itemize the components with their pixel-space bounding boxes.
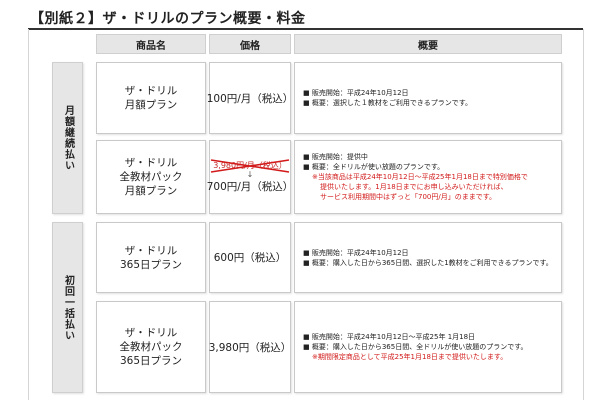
overview-note-line: サービス利用期間中はずっと「700円/月」のままです。 xyxy=(320,193,497,201)
overview-note-line: ※期間限定商品として平成25年1月18日まで提供いたします。 xyxy=(312,353,508,361)
header-price: 価格 xyxy=(209,34,291,54)
group-onetime: 初回一括払い xyxy=(52,222,83,393)
overview-cell: ■ 販売開始：平成24年10月12日～平成25年 1月18日 ■ 概要：購入した… xyxy=(294,301,562,393)
overview-line: ■ 販売開始：平成24年10月12日 xyxy=(303,248,409,257)
header-product: 商品名 xyxy=(96,34,206,54)
overview-line: ■ 販売開始：平成24年10月12日～平成25年 1月18日 xyxy=(303,333,476,341)
overview-line: ■ 概要：全ドリルが使い放題のプランです。 xyxy=(303,163,445,171)
frame-left-edge xyxy=(28,29,29,400)
price-cell: 600円（税込） xyxy=(209,222,291,293)
overview-line: ■ 概要：選択した１教材をご利用できるプランです。 xyxy=(303,99,472,107)
old-price: 3,980円/月（税込） xyxy=(210,158,290,173)
product-name-cell: ザ・ドリル 月額プラン xyxy=(96,62,206,134)
price-value: 3,980円（税込） xyxy=(208,341,292,354)
price-value: 700円/月（税込） xyxy=(206,180,294,193)
strikethrough-x-icon xyxy=(210,158,290,173)
product-name-line: 月額プラン xyxy=(124,185,178,197)
document-page: 【別紙２】ザ・ドリルのプラン概要・料金 商品名 価格 概要 月額継続払い 初回一… xyxy=(0,0,610,400)
overview-note-line: ※当該商品は平成24年10月12日～平成25年1月18日まで特別価格で xyxy=(312,173,528,181)
overview-note-line: 提供いたします。1月18日までにお申し込みいただければ、 xyxy=(320,183,508,191)
product-name-line: 365日プラン xyxy=(119,355,183,367)
product-name-cell: ザ・ドリル 全教材パック 月額プラン xyxy=(96,140,206,214)
group-onetime-label: 初回一括払い xyxy=(62,274,74,341)
overview-cell: ■ 販売開始：平成24年10月12日 ■ 概要：選択した１教材をご利用できるプラ… xyxy=(294,62,562,134)
price-value: 600円（税込） xyxy=(213,252,287,264)
product-name-line: ザ・ドリル xyxy=(124,244,178,257)
overview-line: ■ 販売開始：平成24年10月12日 xyxy=(303,89,409,97)
overview-cell: ■ 販売開始：平成24年10月12日 ■ 概要：購入した日から365日間、選択し… xyxy=(294,222,562,293)
price-cell: 3,980円（税込） xyxy=(209,301,291,393)
overview-line: ■ 販売開始：提供中 xyxy=(303,153,368,161)
group-monthly: 月額継続払い xyxy=(52,62,83,214)
group-monthly-label: 月額継続払い xyxy=(62,105,74,171)
title-underline xyxy=(28,28,583,30)
product-name-line: 全教材パック xyxy=(119,171,183,183)
price-cell: 100円/月（税込） xyxy=(206,62,294,134)
price-value: 100円/月（税込） xyxy=(206,92,294,105)
product-name-line: ザ・ドリル xyxy=(124,327,178,339)
header-overview: 概要 xyxy=(294,34,562,54)
page-title: 【別紙２】ザ・ドリルのプラン概要・料金 xyxy=(30,11,306,27)
product-name-cell: ザ・ドリル 365日プラン xyxy=(96,222,206,293)
overview-cell: ■ 販売開始：提供中 ■ 概要：全ドリルが使い放題のプランです。 ※当該商品は平… xyxy=(294,140,562,214)
product-name-line: ザ・ドリル xyxy=(124,157,178,169)
product-name-line: 全教材パック xyxy=(119,341,183,353)
product-name-line: 365日プラン xyxy=(119,258,183,271)
product-name-line: ザ・ドリル xyxy=(124,85,178,97)
product-name-line: 月額プラン xyxy=(124,99,178,111)
overview-line: ■ 概要：購入した日から365日間、選択した1教材をご利用できるプランです。 xyxy=(303,258,553,267)
product-name-cell: ザ・ドリル 全教材パック 365日プラン xyxy=(96,301,206,393)
overview-line: ■ 概要：購入した日から365日間、全ドリルが使い放題のプランです。 xyxy=(303,343,528,351)
frame-right-edge xyxy=(583,29,584,400)
price-cell: 3,980円/月（税込） ↓ 700円/月（税込） xyxy=(206,140,294,214)
